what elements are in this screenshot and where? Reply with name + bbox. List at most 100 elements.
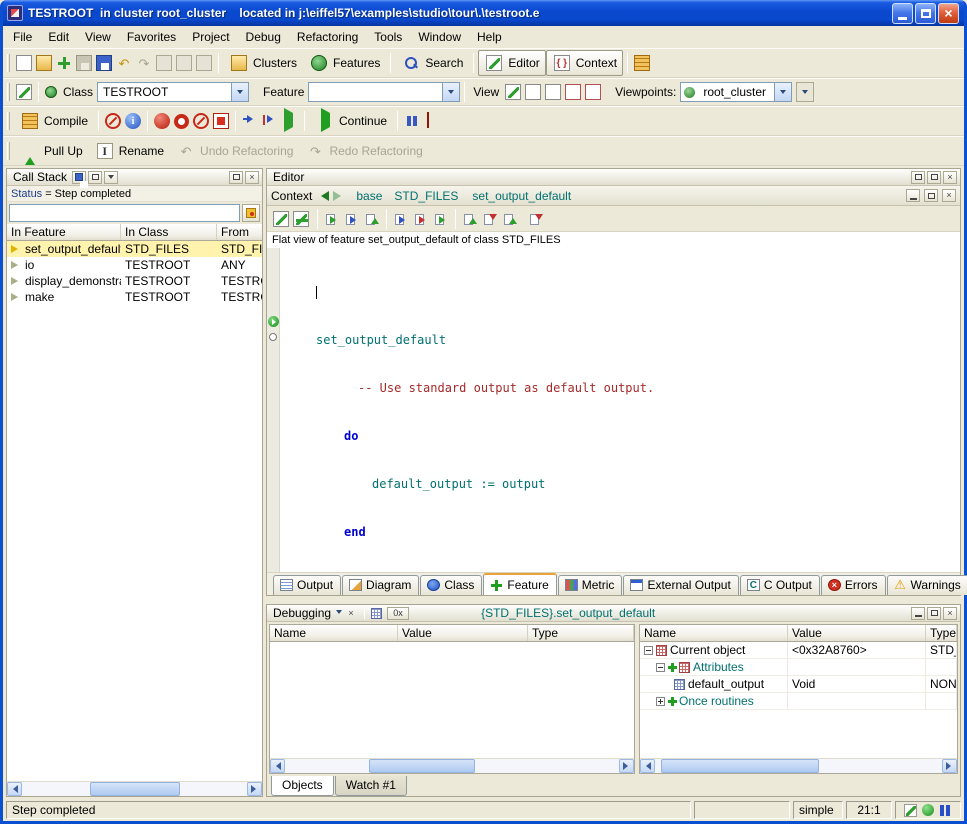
tab-objects[interactable]: Objects [271,776,334,796]
scroll-right-button[interactable] [942,759,957,773]
stack-row[interactable]: io TESTROOT ANY [7,257,262,273]
maximize-tool-button[interactable] [924,189,938,202]
flat-view-icon[interactable] [324,211,340,227]
send-to-editor-icon[interactable] [16,84,32,100]
continue-button[interactable]: Continue [309,108,393,134]
object-row[interactable]: default_output Void NONE [640,676,957,693]
breakpoint-gutter[interactable] [267,248,280,572]
crumb-feature[interactable]: set_output_default [472,189,571,203]
menu-file[interactable]: File [5,27,40,47]
scroll-thumb[interactable] [661,759,819,773]
code-area[interactable]: set_output_default -- Use standard outpu… [267,248,960,572]
tab-feature[interactable]: Feature [483,573,556,595]
tab-diagram[interactable]: Diagram [342,575,419,595]
close-panel-button[interactable]: × [943,607,957,620]
tab-errors[interactable]: ×Errors [821,575,886,595]
objects-table-body[interactable]: Current object <0x32A8760> STD_FILES Att… [640,642,957,758]
toolbar-grip[interactable] [7,142,10,160]
disable-breakpoints-icon[interactable] [174,114,189,129]
enable-breakpoints-icon[interactable] [154,113,170,129]
scroll-right-button[interactable] [619,759,634,773]
menu-project[interactable]: Project [184,27,237,47]
context-toggle-button[interactable]: { } Context [546,50,623,76]
menu-debug[interactable]: Debug [238,27,289,47]
crumb-class[interactable]: STD_FILES [394,189,458,203]
column-type[interactable]: Type [926,625,957,641]
object-row[interactable]: Attributes [640,659,957,676]
object-row[interactable]: Once routines [640,693,957,710]
breakpoint-tool-icon[interactable] [213,113,229,129]
column-name[interactable]: Name [270,625,398,641]
feature-combo[interactable] [308,82,460,102]
column-type[interactable]: Type [528,625,634,641]
rename-button[interactable]: I Rename [89,138,170,164]
menu-help[interactable]: Help [469,27,510,47]
contract-view-icon[interactable] [344,211,360,227]
watch-table-body[interactable] [270,642,634,758]
viewpoints-combo[interactable]: root_cluster [680,82,792,102]
scroll-thumb[interactable] [90,782,180,796]
menu-tools[interactable]: Tools [366,27,410,47]
maximize-panel-button[interactable] [927,607,941,620]
restore-panel-button[interactable] [911,171,925,184]
save-all-icon[interactable] [96,55,112,71]
maximize-button[interactable] [915,3,936,24]
feature-combo-arrow[interactable] [442,83,459,101]
column-name[interactable]: Name [640,625,788,641]
horizontal-splitter[interactable] [266,596,961,604]
column-value[interactable]: Value [398,625,528,641]
chevron-down-icon[interactable] [336,610,342,617]
stack-row[interactable]: make TESTROOT TESTROOT [7,289,262,305]
step-into-icon[interactable] [262,113,278,129]
columns-toggle-icon[interactable] [939,804,952,817]
breakpoint-slot-icon[interactable] [269,333,277,341]
text-view-icon[interactable] [505,84,521,100]
clusters-button[interactable]: Clusters [223,50,303,76]
tab-external-output[interactable]: External Output [623,575,738,595]
edit-feature-icon[interactable] [273,211,289,227]
undo-refactoring-button[interactable]: ↶ Undo Refactoring [170,138,299,164]
minimize-button[interactable] [892,3,913,24]
step-over-icon[interactable] [242,113,258,129]
edit-in-new-window-icon[interactable] [293,211,309,227]
menu-window[interactable]: Window [410,27,469,47]
tab-class[interactable]: Class [420,575,482,595]
dock-panel-button[interactable] [104,171,118,184]
column-from[interactable]: From [217,224,262,240]
call-stack-hscrollbar[interactable] [7,781,262,796]
new-file-icon[interactable] [16,55,32,71]
toolbar-grip[interactable] [7,83,10,101]
callers-icon[interactable] [393,211,409,227]
swap-display-button[interactable] [371,607,385,620]
history-back-icon[interactable] [316,191,329,201]
scroll-track[interactable] [655,759,942,773]
minimize-panel-button[interactable] [911,607,925,620]
stop-icon[interactable] [424,113,440,129]
menu-refactoring[interactable]: Refactoring [289,27,366,47]
class-combo-arrow[interactable] [231,83,248,101]
crumb-cluster[interactable]: base [356,189,382,203]
debugging-title[interactable]: Debugging [270,606,334,620]
callees-icon[interactable] [413,211,429,227]
maximize-panel-button[interactable] [927,171,941,184]
object-row[interactable]: Current object <0x32A8760> STD_FILES [640,642,957,659]
close-panel-button[interactable]: × [245,171,259,184]
redo-refactoring-button[interactable]: ↷ Redo Refactoring [299,138,428,164]
compile-button[interactable]: Compile [14,108,94,134]
stack-filter-input[interactable] [9,204,240,222]
app-icon[interactable] [7,5,23,21]
melt-icon[interactable] [105,113,121,129]
implementers-icon[interactable] [502,211,518,227]
viewpoints-combo-arrow[interactable] [774,83,791,101]
step-out-icon[interactable] [282,113,298,129]
pull-up-button[interactable]: Pull Up [14,138,89,164]
toolbar-grip[interactable] [7,54,10,72]
collapse-icon[interactable] [656,663,665,672]
collapse-icon[interactable] [644,646,653,655]
minimize-tool-button[interactable] [906,189,920,202]
expand-icon[interactable] [656,697,665,706]
save-icon[interactable] [76,55,92,71]
tab-warnings[interactable]: ⚠Warnings [887,575,967,595]
scroll-left-button[interactable] [640,759,655,773]
scroll-left-button[interactable] [7,782,22,796]
